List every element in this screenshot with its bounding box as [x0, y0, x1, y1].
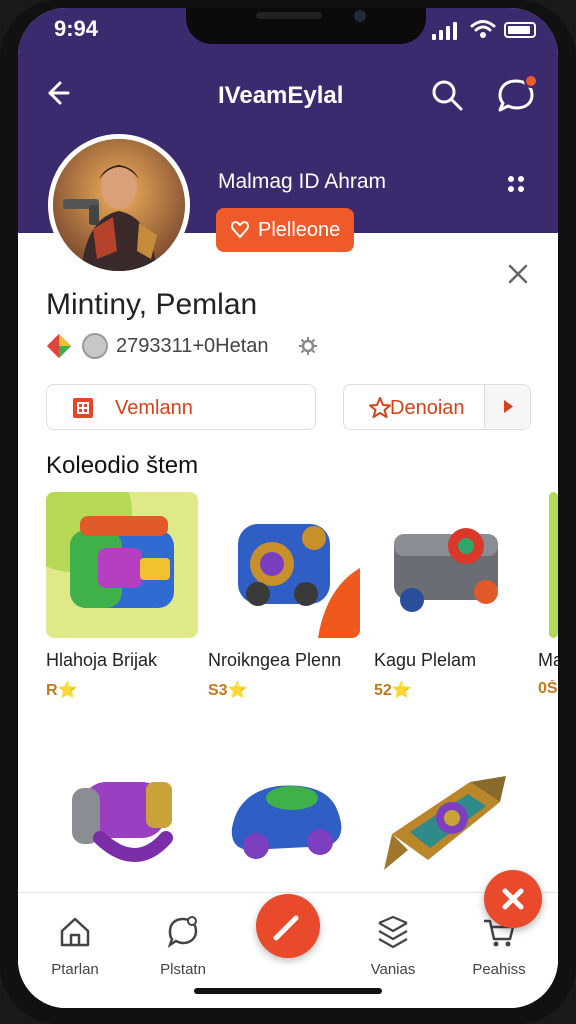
gear-device-image	[238, 524, 360, 638]
item-rating: 52⭐	[374, 682, 412, 699]
gear-icon[interactable]	[298, 336, 318, 356]
speaker-grille	[256, 12, 322, 19]
treasure-chest-image	[46, 492, 174, 608]
top-nav: IVeamEylal	[18, 74, 558, 118]
tab-home[interactable]: Ptarlan	[30, 905, 120, 985]
item-card[interactable]	[46, 742, 198, 888]
layers-icon	[378, 915, 408, 949]
back-arrow-icon[interactable]	[42, 78, 72, 108]
item-rating: S3⭐	[208, 682, 248, 699]
follow-button-label: Plelleone	[258, 219, 341, 241]
close-icon[interactable]	[506, 262, 530, 286]
item-card[interactable]	[368, 492, 520, 638]
play-icon	[504, 400, 513, 413]
notch	[186, 8, 426, 44]
item-card[interactable]	[46, 492, 198, 638]
notification-dot	[524, 74, 538, 88]
chat-bubble-icon	[167, 916, 198, 949]
star-icon	[369, 397, 391, 418]
magnet-item-image	[72, 782, 173, 862]
item-card[interactable]	[549, 492, 558, 638]
wifi-icon	[470, 20, 496, 38]
close-icon	[502, 888, 524, 910]
signal-icon	[432, 20, 470, 40]
profile-stats: 2793311+0Hetan	[46, 332, 346, 360]
front-camera	[354, 10, 366, 22]
car-item-image	[231, 785, 342, 859]
tab-label: Vanias	[370, 961, 416, 978]
home-indicator	[194, 988, 382, 994]
item-card[interactable]	[208, 742, 360, 888]
item-rating: 0Š	[538, 680, 558, 697]
tab-chat[interactable]: Plstatn	[138, 905, 228, 985]
search-icon[interactable]	[430, 78, 464, 112]
pencil-icon	[273, 915, 299, 941]
tab-label: Peahiss	[472, 961, 526, 978]
edit-fab-button[interactable]	[256, 894, 320, 958]
right-action-label: Denoian	[390, 397, 465, 419]
left-action-label: Vemlann	[115, 397, 193, 419]
tab-label: Ptarlan	[51, 961, 99, 978]
hero-portrait-image	[53, 139, 185, 271]
item-card[interactable]	[368, 742, 520, 888]
profile-name: Mintiny, Pemlan	[46, 288, 258, 321]
rocket-item-image	[384, 776, 506, 870]
app-title: IVeamEylal	[218, 82, 344, 109]
follow-button[interactable]: Plelleone	[216, 208, 354, 252]
heart-icon	[230, 221, 250, 239]
collection-title: Koleodio štem	[46, 452, 199, 479]
left-action-button[interactable]: Vemlann	[46, 384, 316, 430]
item-name: Ma	[538, 650, 558, 670]
tab-layers[interactable]: Vanias	[348, 905, 438, 985]
item-name: Nroikngea Plenn	[208, 650, 342, 670]
coin-icon	[82, 333, 108, 359]
more-options-icon[interactable]	[508, 176, 526, 194]
item-name: Kagu Plelam	[374, 650, 477, 670]
screen: 9:94 IVeamEylal Malmag ID Ahram Plelleon…	[18, 8, 558, 1008]
profile-handle: Malmag ID Ahram	[218, 170, 387, 193]
play-arrow-button[interactable]	[484, 385, 530, 428]
item-card[interactable]	[208, 492, 360, 638]
cart-device-image	[394, 528, 498, 612]
stats-value: 2793311+0Hetan	[116, 335, 269, 357]
gem-icon	[47, 334, 71, 358]
item-name: Hlahoja Brijak	[46, 650, 158, 670]
tab-label: Plstatn	[160, 961, 206, 978]
phone-frame: 9:94 IVeamEylal Malmag ID Ahram Plelleon…	[0, 0, 576, 1024]
status-time: 9:94	[54, 16, 99, 41]
right-action-button[interactable]: Denoian	[343, 384, 531, 430]
home-icon	[60, 917, 90, 947]
close-fab-button[interactable]	[484, 870, 542, 928]
item-rating: R⭐	[46, 682, 78, 699]
battery-icon	[504, 22, 536, 38]
avatar[interactable]	[48, 134, 190, 276]
grid-box-icon	[73, 398, 93, 418]
